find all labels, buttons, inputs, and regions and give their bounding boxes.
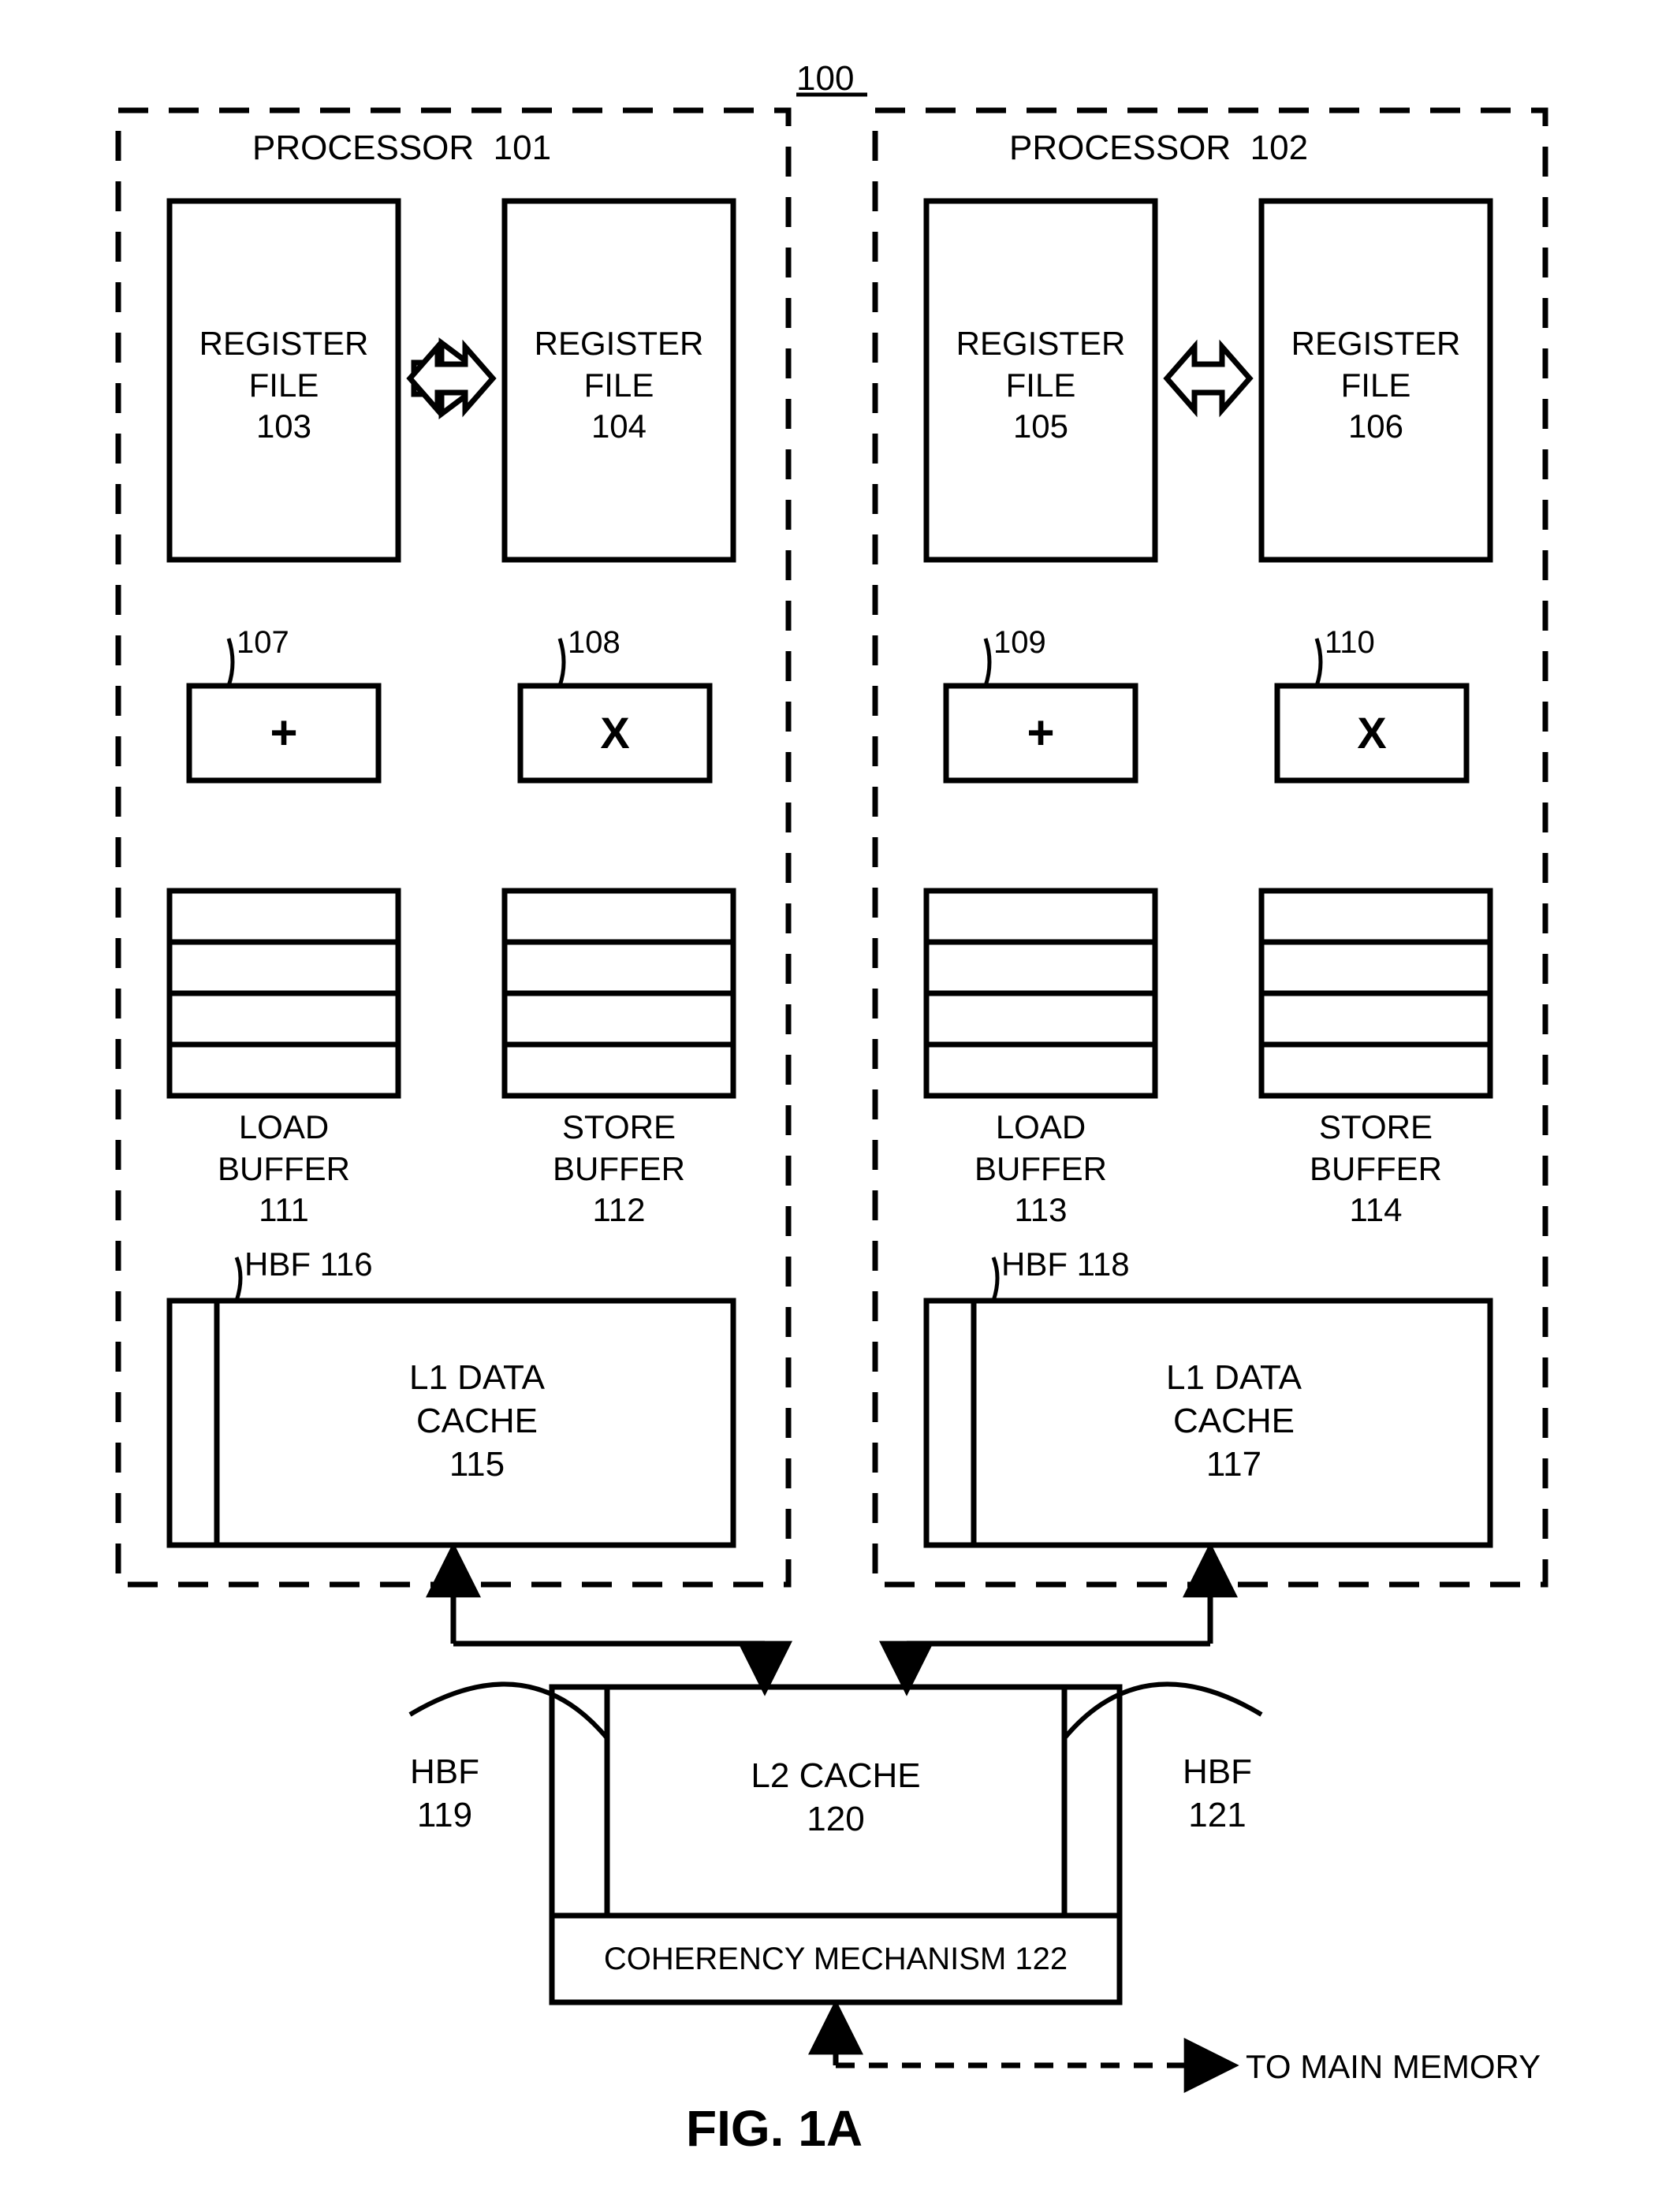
hbf-119: HBF119 [410,1750,479,1837]
ref-109: 109 [993,623,1046,662]
adder-107: + [189,703,378,762]
l2-cache-120: L2 CACHE120 [615,1754,1056,1841]
regfile-104: REGISTERFILE104 [531,323,707,448]
load-buffer-111: LOADBUFFER111 [170,1107,398,1231]
multiplier-110: X [1277,706,1466,761]
processor-1-title: PROCESSOR 101 [252,126,551,169]
to-main-memory-label: TO MAIN MEMORY [1246,2046,1541,2088]
multiplier-108: X [520,706,710,761]
hbf-118: HBF 118 [1001,1244,1130,1286]
regfile-105: REGISTERFILE105 [952,323,1129,448]
regfile-106: REGISTERFILE106 [1287,323,1464,448]
processor-2-title: PROCESSOR 102 [1009,126,1308,169]
l1-cache-115: L1 DATACACHE115 [221,1356,733,1486]
adder-109: + [946,703,1135,762]
l1-cache-117: L1 DATACACHE117 [978,1356,1490,1486]
store-buffer-112: STOREBUFFER112 [505,1107,733,1231]
coherency-122: COHERENCY MECHANISM 122 [552,1939,1120,1979]
ref-107: 107 [237,623,289,662]
ref-110: 110 [1325,623,1375,662]
hbf-116: HBF 116 [244,1244,373,1286]
figure-title: FIG. 1A [686,2097,863,2160]
store-buffer-114: STOREBUFFER114 [1261,1107,1490,1231]
hbf-121: HBF121 [1183,1750,1252,1837]
ref-108: 108 [568,623,620,662]
regfile-103: REGISTERFILE103 [196,323,372,448]
load-buffer-113: LOADBUFFER113 [926,1107,1155,1231]
figure-ref: 100 [796,57,854,100]
